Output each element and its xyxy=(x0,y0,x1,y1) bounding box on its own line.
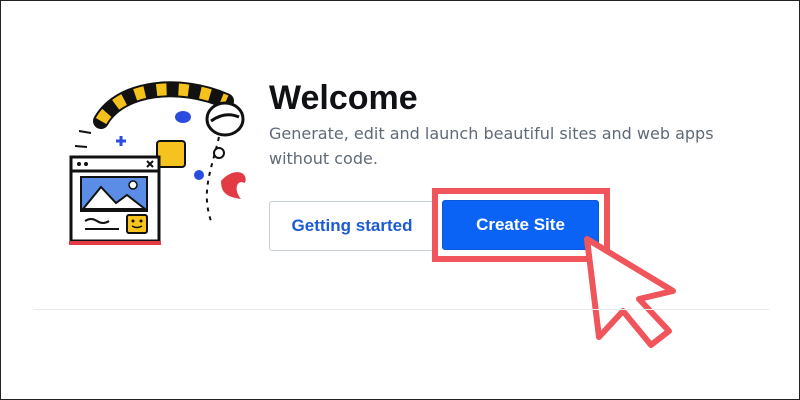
cursor-arrow-icon xyxy=(584,236,676,348)
website-builder-illustration xyxy=(69,81,246,245)
page-title: Welcome xyxy=(269,79,418,117)
welcome-panel: Welcome Generate, edit and launch beauti… xyxy=(0,0,800,400)
getting-started-button[interactable]: Getting started xyxy=(269,201,435,251)
section-divider xyxy=(33,309,769,310)
page-subtitle: Generate, edit and launch beautiful site… xyxy=(269,124,714,168)
